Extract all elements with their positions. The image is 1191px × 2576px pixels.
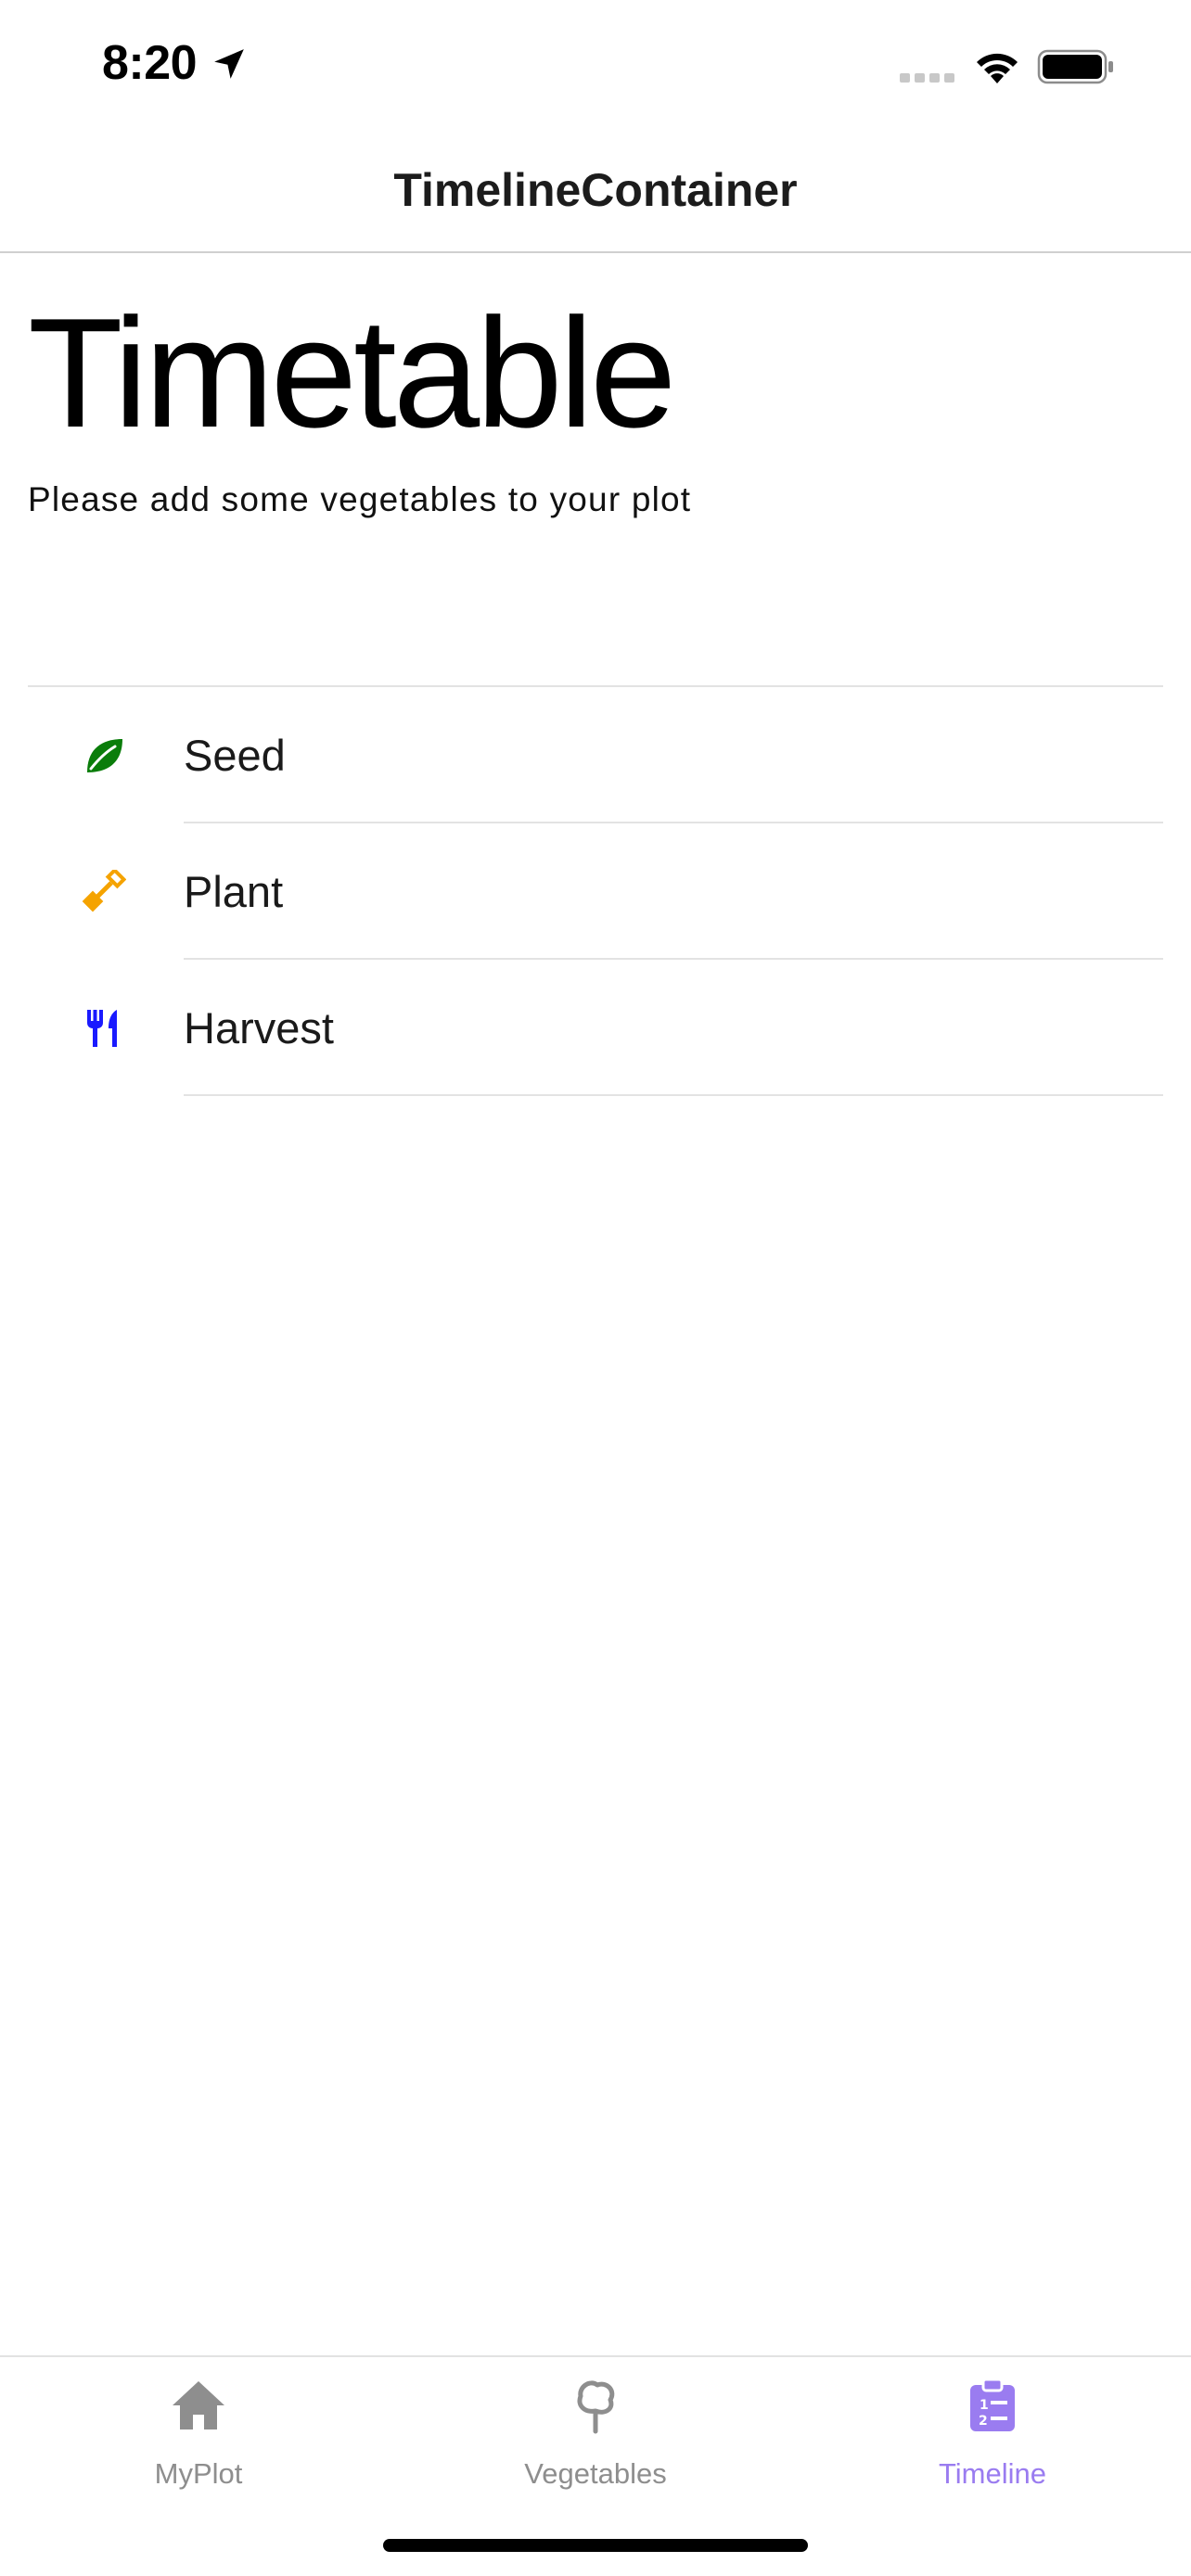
status-bar: 8:20 — [0, 0, 1191, 130]
legend-item-label: Plant — [184, 867, 284, 916]
leaf-icon — [87, 739, 122, 772]
legend-item-plant: Plant — [0, 823, 1191, 960]
location-arrow-icon — [214, 49, 244, 79]
row-divider — [184, 1094, 1163, 1096]
legend-item-label: Harvest — [184, 1003, 334, 1052]
legend-item-seed: Seed — [0, 687, 1191, 823]
page-title: Timetable — [28, 286, 676, 460]
nav-title: TimelineContainer — [393, 164, 798, 216]
cellular-signal-icon — [900, 73, 954, 83]
svg-text:2: 2 — [979, 2414, 988, 2429]
status-time: 8:20 — [102, 36, 198, 90]
page-subtitle: Please add some vegetables to your plot — [28, 480, 692, 518]
legend-item-harvest: Harvest — [0, 960, 1191, 1096]
navigation-bar: TimelineContainer — [0, 130, 1191, 253]
wifi-icon — [977, 53, 1018, 83]
tab-label: Timeline — [939, 2457, 1046, 2490]
battery-icon — [1037, 49, 1113, 84]
tab-vegetables[interactable]: Vegetables — [397, 2357, 794, 2515]
home-icon — [173, 2381, 224, 2429]
tree-icon — [577, 2380, 615, 2434]
svg-text:1: 1 — [980, 2398, 989, 2413]
home-indicator[interactable] — [383, 2539, 808, 2552]
legend-item-label: Seed — [184, 731, 286, 780]
tab-label: Vegetables — [524, 2457, 667, 2490]
tab-timeline[interactable]: 1 2 Timeline — [794, 2357, 1191, 2515]
utensils-icon — [87, 1010, 117, 1047]
clipboard-list-icon: 1 2 — [970, 2378, 1015, 2431]
shovel-icon — [82, 870, 126, 912]
tab-label: MyPlot — [154, 2457, 243, 2490]
tab-myplot[interactable]: MyPlot — [0, 2357, 397, 2515]
